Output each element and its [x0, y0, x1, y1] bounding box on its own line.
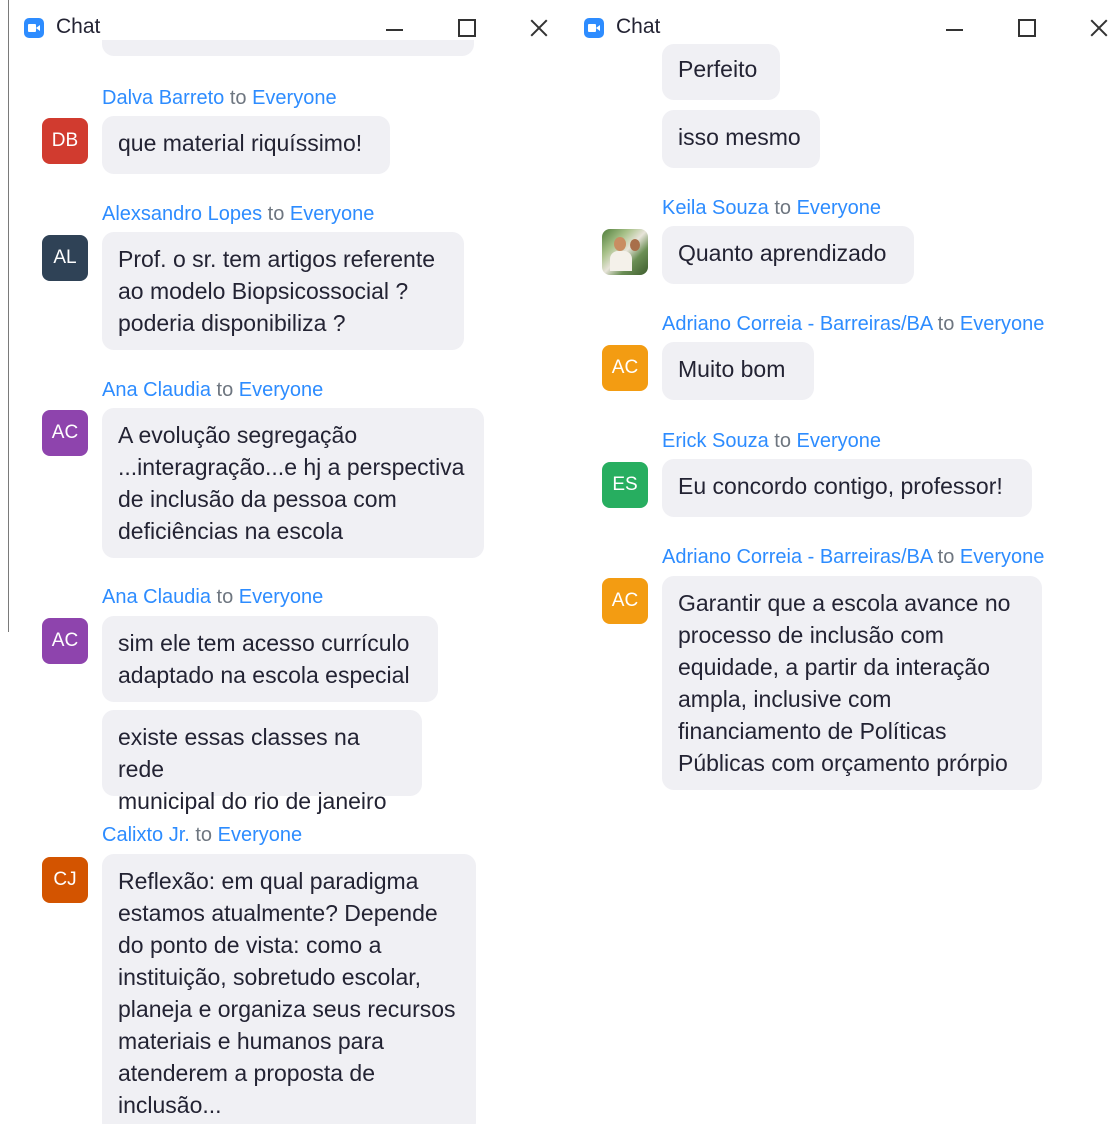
message-sender-line: Ana Claudia to Everyone	[102, 379, 323, 402]
recipient-name: Everyone	[796, 430, 882, 452]
to-label: to	[195, 824, 213, 846]
avatar: AC	[602, 345, 648, 391]
zoom-app-icon	[24, 18, 44, 38]
to-label: to	[216, 379, 234, 401]
message-bubble[interactable]: Eu concordo contigo, professor!	[662, 459, 1032, 517]
chat-window-right: Chat Perfeito isso mesmo Keila Souza to …	[560, 0, 1110, 1124]
message-bubble[interactable]: Garantir que a escola avance no processo…	[662, 576, 1042, 790]
message-bubble[interactable]: isso mesmo	[662, 110, 820, 168]
recipient-name: Everyone	[796, 197, 882, 219]
to-label: to	[267, 203, 285, 225]
sender-name[interactable]: Calixto Jr.	[102, 824, 190, 846]
message-sender-line: Dalva Barreto to Everyone	[102, 87, 337, 110]
to-label: to	[937, 546, 955, 568]
message-bubble[interactable]: Perfeito	[662, 44, 780, 100]
recipient-name: Everyone	[959, 546, 1045, 568]
message-bubble[interactable]: Quanto aprendizado	[662, 226, 914, 284]
avatar: AL	[42, 235, 88, 281]
to-label: to	[774, 430, 791, 452]
avatar: DB	[42, 118, 88, 164]
sender-name[interactable]: Adriano Correia - Barreiras/BA	[662, 313, 932, 335]
sender-name[interactable]: Alexsandro Lopes	[102, 203, 262, 225]
to-label: to	[229, 87, 247, 109]
sender-name[interactable]: Erick Souza	[662, 430, 769, 452]
chat-window-left: Chat Dalva Barreto to Everyone DB que ma…	[0, 0, 555, 1124]
recipient-name: Everyone	[238, 586, 324, 608]
close-button[interactable]	[1084, 12, 1110, 44]
message-sender-line: Alexsandro Lopes to Everyone	[102, 203, 374, 226]
message-sender-line: Erick Souza to Everyone	[662, 430, 881, 453]
sender-name[interactable]: Keila Souza	[662, 197, 769, 219]
recipient-name: Everyone	[217, 824, 303, 846]
avatar: AC	[42, 618, 88, 664]
message-bubble[interactable]: que material riquíssimo!	[102, 116, 390, 174]
message-sender-line: Adriano Correia - Barreiras/BA to Everyo…	[662, 313, 1044, 336]
to-label: to	[937, 313, 955, 335]
message-bubble[interactable]: sim ele tem acesso currículo adaptado na…	[102, 616, 438, 702]
window-title: Chat	[56, 15, 101, 38]
message-sender-line: Ana Claudia to Everyone	[102, 586, 323, 609]
avatar: ES	[602, 462, 648, 508]
to-label: to	[216, 586, 234, 608]
recipient-name: Everyone	[289, 203, 375, 225]
message-bubble[interactable]: Reflexão: em qual paradigma estamos atua…	[102, 854, 476, 1124]
avatar-photo	[602, 229, 648, 275]
message-sender-line: Calixto Jr. to Everyone	[102, 824, 302, 847]
avatar: CJ	[42, 857, 88, 903]
recipient-name: Everyone	[252, 87, 337, 109]
message-bubble[interactable]: Prof. o sr. tem artigos referente ao mod…	[102, 232, 464, 350]
recipient-name: Everyone	[959, 313, 1045, 335]
message-sender-line: Adriano Correia - Barreiras/BA to Everyo…	[662, 546, 1044, 569]
message-bubble[interactable]: Muito bom	[662, 342, 814, 400]
message-bubble[interactable]: existe essas classes na rede municipal d…	[102, 710, 422, 814]
close-button[interactable]	[524, 12, 554, 44]
maximize-button[interactable]	[1012, 12, 1042, 44]
zoom-app-icon	[584, 18, 604, 38]
message-sender-line: Keila Souza to Everyone	[662, 197, 881, 220]
window-title: Chat	[616, 15, 661, 38]
sender-name[interactable]: Dalva Barreto	[102, 87, 224, 109]
avatar: AC	[42, 410, 88, 456]
sender-name[interactable]: Ana Claudia	[102, 586, 211, 608]
recipient-name: Everyone	[238, 379, 324, 401]
previous-message-bubble	[102, 40, 474, 56]
sender-name[interactable]: Ana Claudia	[102, 379, 211, 401]
window-border	[8, 0, 9, 632]
minimize-button[interactable]	[940, 12, 970, 44]
to-label: to	[774, 197, 791, 219]
message-bubble[interactable]: A evolução segregação ...interagração...…	[102, 408, 484, 558]
avatar: AC	[602, 578, 648, 624]
title-bar: Chat	[560, 0, 1110, 56]
sender-name[interactable]: Adriano Correia - Barreiras/BA	[662, 546, 932, 568]
